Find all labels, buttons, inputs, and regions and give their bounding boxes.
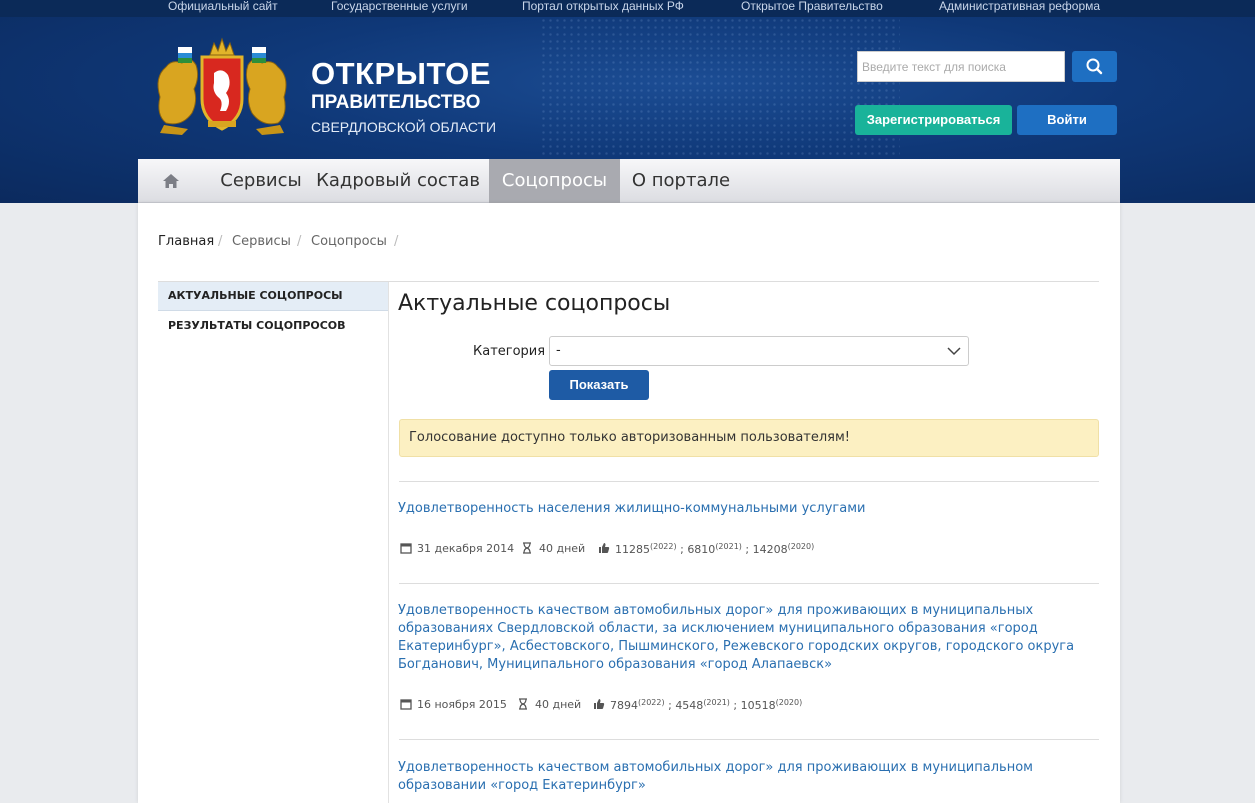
calendar-icon <box>400 543 412 554</box>
vote-count: 10518 <box>740 699 776 712</box>
top-link-open-data[interactable]: Портал открытых данных РФ <box>522 0 684 13</box>
auth-notice: Голосование доступно только авторизованн… <box>399 419 1099 457</box>
vote-year: (2020) <box>787 542 815 551</box>
poll-divider <box>399 739 1099 740</box>
breadcrumb-separator: / <box>218 234 223 249</box>
breadcrumb-polls[interactable]: Соцопросы <box>311 234 387 249</box>
poll-date: 16 ноября 2015 <box>417 698 507 711</box>
nav-item-about[interactable]: О портале <box>620 159 742 203</box>
poll-divider <box>399 583 1099 584</box>
top-link-admin-reform[interactable]: Административная реформа <box>939 0 1100 13</box>
category-select[interactable]: - <box>549 336 969 366</box>
poll-votes: 11285(2022) ; 6810(2021) ; 14208(2020) <box>615 542 815 556</box>
search-input[interactable] <box>857 51 1065 82</box>
brand-subtitle: СВЕРДЛОВСКОЙ ОБЛАСТИ <box>311 119 497 135</box>
vote-year: (2022) <box>650 542 677 551</box>
vote-year: (2020) <box>775 698 803 707</box>
main-nav: Сервисы Кадровый состав Соцопросы О порт… <box>138 159 1120 203</box>
nav-home[interactable] <box>138 159 202 203</box>
vote-year: (2022) <box>638 698 665 707</box>
vote-count: 11285 <box>615 543 650 556</box>
nav-item-polls[interactable]: Соцопросы <box>489 159 620 203</box>
chevron-down-icon <box>947 347 961 356</box>
login-button[interactable]: Войти <box>1017 105 1117 135</box>
nav-item-staff[interactable]: Кадровый состав <box>316 159 480 203</box>
calendar-icon <box>400 699 412 710</box>
thumbs-up-icon <box>594 699 605 709</box>
register-button[interactable]: Зарегистрироваться <box>855 105 1012 135</box>
vote-count: 4548 <box>675 699 704 712</box>
vote-year: (2021) <box>703 698 730 707</box>
poll-link[interactable]: Удовлетворенность населения жилищно-комм… <box>398 500 1098 518</box>
vote-count: 7894 <box>610 699 638 712</box>
breadcrumb-services[interactable]: Сервисы <box>232 234 291 249</box>
category-label: Категория <box>473 344 546 359</box>
poll-duration: 40 дней <box>535 698 582 711</box>
top-link-official-site[interactable]: Официальный сайт <box>168 0 278 13</box>
hourglass-icon <box>519 698 527 710</box>
poll-divider <box>399 481 1099 482</box>
sidebar-item-current-polls[interactable]: АКТУАЛЬНЫЕ СОЦОПРОСЫ <box>158 282 388 311</box>
vote-count: 6810 <box>687 543 716 556</box>
page-title: Актуальные соцопросы <box>398 291 671 316</box>
brand-title-line1: ОТКРЫТОЕ <box>311 56 491 91</box>
top-link-gov-services[interactable]: Государственные услуги <box>331 0 468 13</box>
poll-votes: 7894(2022) ; 4548(2021) ; 10518(2020) <box>610 698 803 712</box>
coat-of-arms-logo[interactable] <box>152 37 292 137</box>
top-link-open-government[interactable]: Открытое Правительство <box>741 0 883 13</box>
home-icon <box>163 174 179 188</box>
search-button[interactable] <box>1072 51 1117 82</box>
map-dots-decoration <box>540 17 900 167</box>
vote-count: 14208 <box>752 543 788 556</box>
search-icon <box>1086 58 1103 75</box>
poll-link[interactable]: Удовлетворенность качеством автомобильны… <box>398 759 1098 795</box>
breadcrumb-home[interactable]: Главная <box>158 234 214 249</box>
content-card: Главная / Сервисы / Соцопросы / АКТУАЛЬН… <box>138 203 1120 803</box>
category-select-value: - <box>556 343 561 358</box>
hourglass-icon <box>523 542 531 554</box>
top-links-bar: Официальный сайт Государственные услуги … <box>0 0 1255 17</box>
poll-date: 31 декабря 2014 <box>417 542 515 555</box>
poll-duration: 40 дней <box>539 542 586 555</box>
brand-title-line2: ПРАВИТЕЛЬСТВО <box>311 92 481 113</box>
vote-year: (2021) <box>715 542 742 551</box>
breadcrumb-separator: / <box>297 234 302 249</box>
poll-link[interactable]: Удовлетворенность качеством автомобильны… <box>398 602 1098 674</box>
sidebar-item-poll-results[interactable]: РЕЗУЛЬТАТЫ СОЦОПРОСОВ <box>158 311 388 340</box>
thumbs-up-icon <box>599 543 610 553</box>
breadcrumb-separator: / <box>394 234 399 249</box>
show-button[interactable]: Показать <box>549 370 649 400</box>
sidebar-divider <box>388 282 389 803</box>
nav-item-services[interactable]: Сервисы <box>202 159 320 203</box>
